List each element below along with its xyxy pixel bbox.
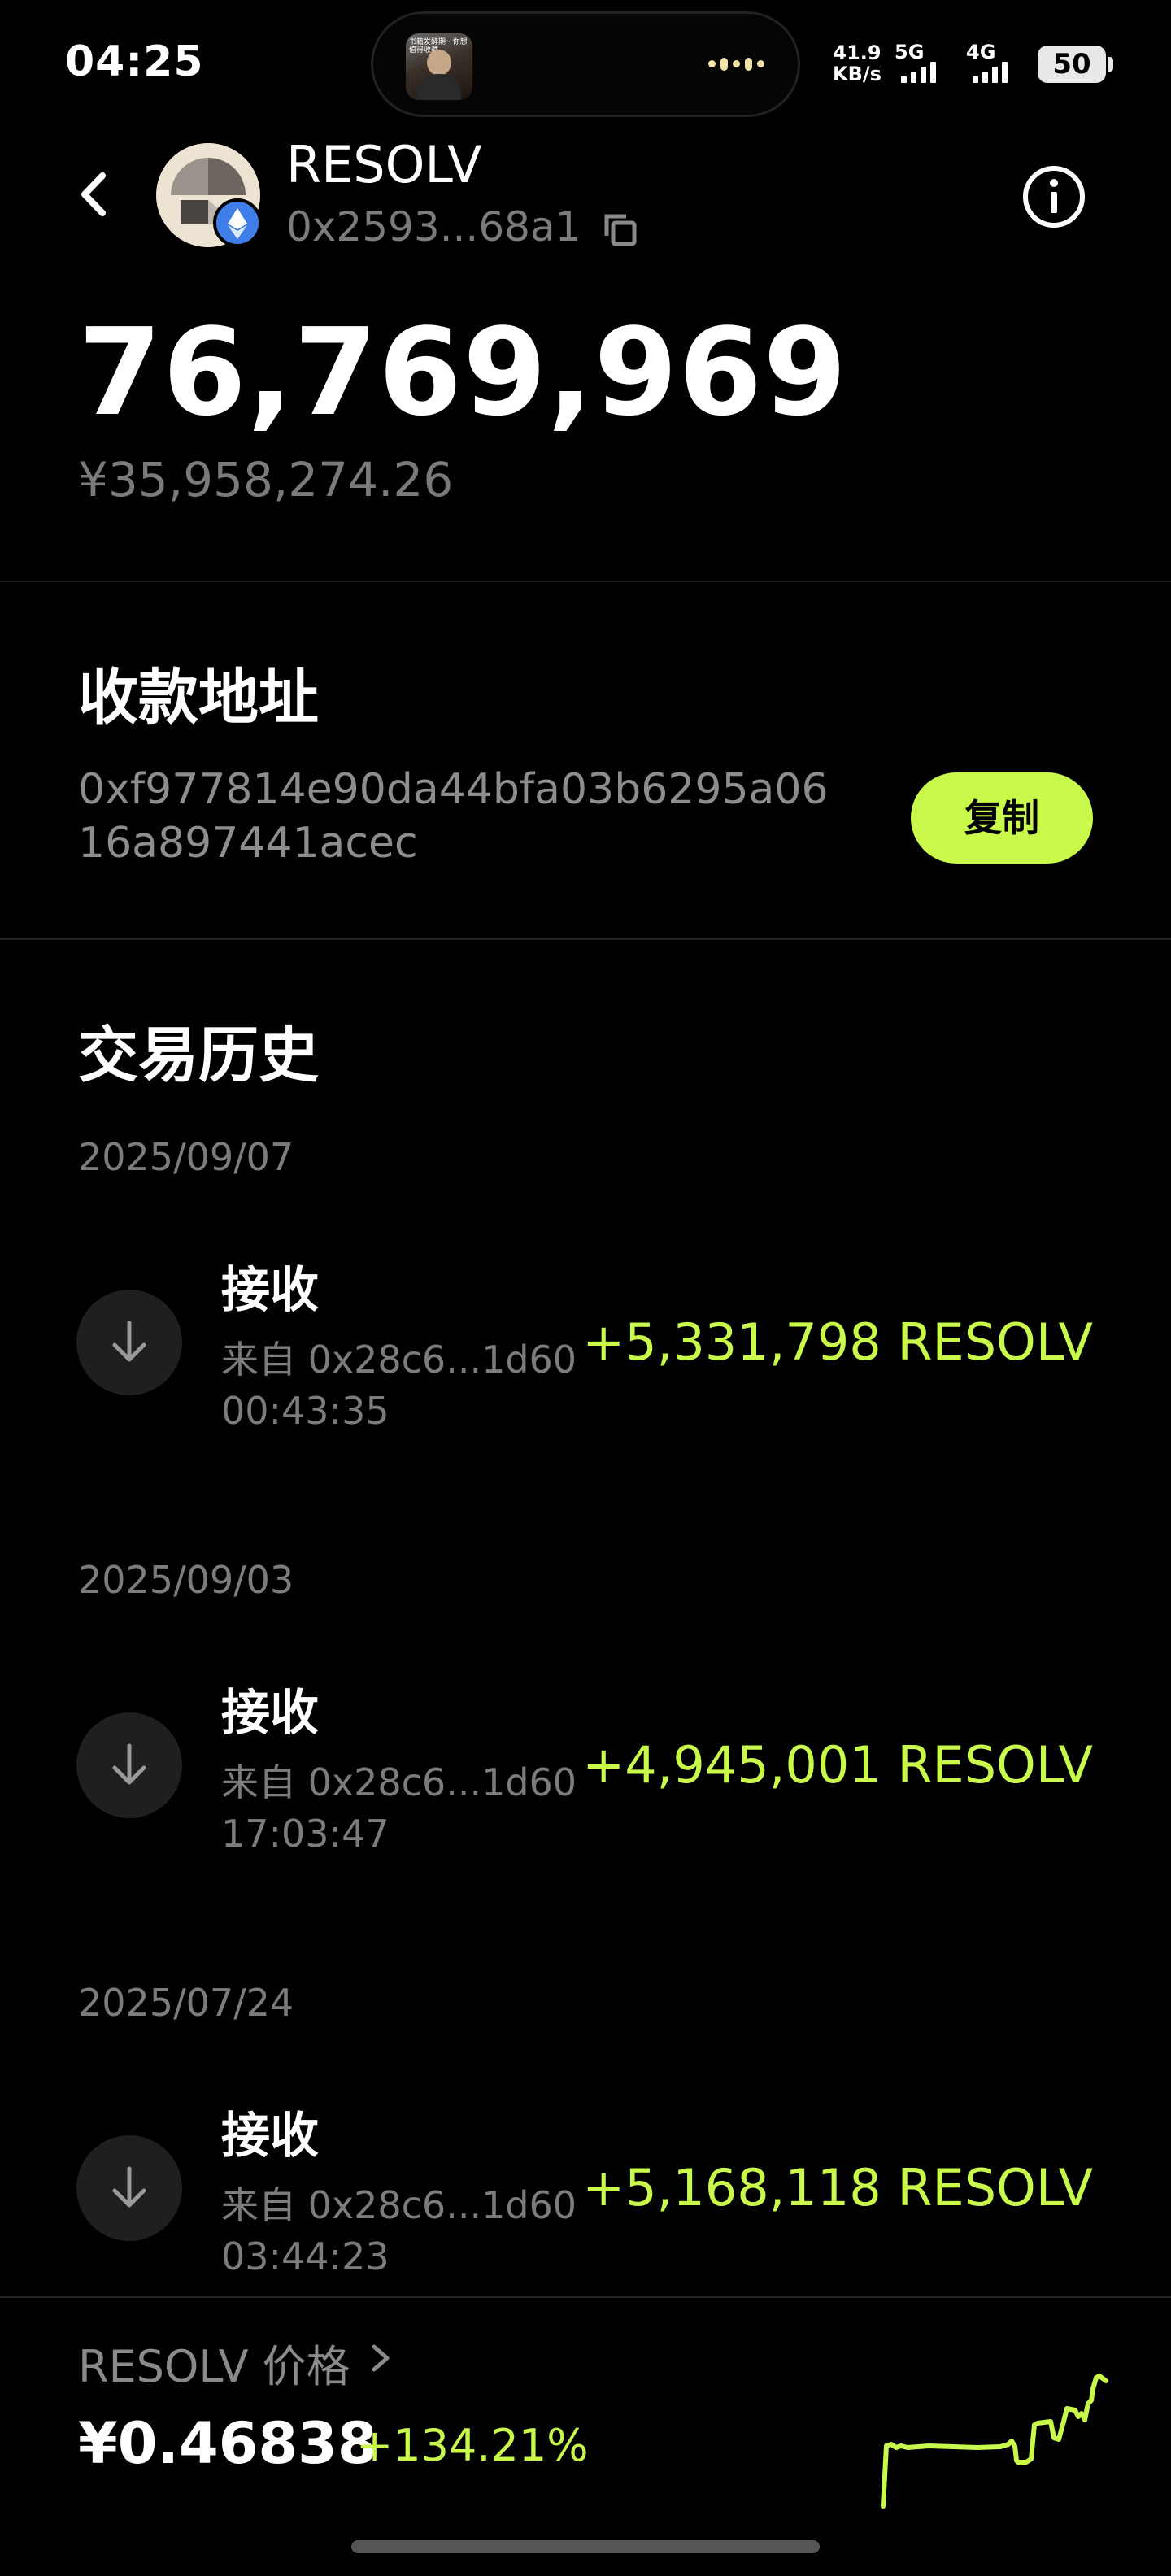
receive-arrow-icon [76, 1290, 182, 1395]
back-button[interactable] [72, 168, 120, 221]
divider [0, 581, 1171, 582]
price-bar[interactable]: RESOLV 价格 ¥0.46838 +134.21% [0, 2296, 1171, 2576]
tx-amount: +5,331,798 RESOLV [582, 1312, 1093, 1372]
signal-4g-icon: 4G [966, 41, 1031, 88]
tx-time: 03:44:23 [221, 2234, 390, 2278]
network-speed: 41.9 KB/s [833, 41, 882, 85]
tx-type: 接收 [221, 1262, 319, 1319]
tx-from: 来自 0x28c6...1d60 [221, 2183, 577, 2227]
receive-arrow-icon [76, 2135, 182, 2241]
price-sparkline [880, 2356, 1109, 2509]
home-indicator[interactable] [351, 2540, 820, 2553]
receive-arrow-icon [76, 1712, 182, 1818]
audio-wave-icon [708, 58, 764, 71]
tx-type: 接收 [221, 1685, 319, 1742]
info-button[interactable] [1020, 163, 1088, 231]
token-balance: 76,769,969 [78, 302, 848, 442]
chevron-right-icon [364, 2340, 397, 2376]
status-time: 04:25 [65, 37, 204, 86]
tx-time: 17:03:47 [221, 1812, 390, 1856]
copy-address-icon[interactable] [599, 208, 641, 250]
fiat-balance: ¥35,958,274.26 [78, 452, 454, 507]
tx-amount: +4,945,001 RESOLV [582, 1735, 1093, 1795]
receive-address: 0xf977814e90da44bfa03b6295a0616a897441ac… [78, 765, 829, 868]
tx-type: 接收 [221, 2108, 319, 2165]
contract-address: 0x2593...68a1 [286, 203, 581, 250]
tx-date: 2025/07/24 [78, 1981, 294, 2025]
price-change: +134.21% [356, 2420, 589, 2471]
token-name: RESOLV [286, 135, 482, 194]
dynamic-island[interactable]: 书籍发酵期 · 你想值得收藏 [371, 11, 800, 117]
tx-from: 来自 0x28c6...1d60 [221, 1338, 577, 1382]
price-value: ¥0.46838 [78, 2410, 377, 2477]
signal-5g-icon: 5G [895, 41, 960, 88]
media-thumbnail[interactable]: 书籍发酵期 · 你想值得收藏 [406, 33, 472, 100]
history-title: 交易历史 [78, 1020, 319, 1090]
battery-icon: 50 [1038, 46, 1113, 83]
price-label: RESOLV 价格 [78, 2341, 350, 2392]
tx-date: 2025/09/07 [78, 1135, 294, 1179]
receive-address-title: 收款地址 [78, 663, 319, 733]
copy-button[interactable]: 复制 [911, 772, 1093, 864]
ethereum-icon [213, 198, 262, 247]
divider [0, 938, 1171, 940]
tx-from: 来自 0x28c6...1d60 [221, 1760, 577, 1804]
tx-time: 00:43:35 [221, 1389, 390, 1433]
tx-amount: +5,168,118 RESOLV [582, 2158, 1093, 2217]
tx-date: 2025/09/03 [78, 1558, 294, 1602]
chevron-left-icon [81, 172, 106, 216]
info-icon [1023, 166, 1085, 228]
